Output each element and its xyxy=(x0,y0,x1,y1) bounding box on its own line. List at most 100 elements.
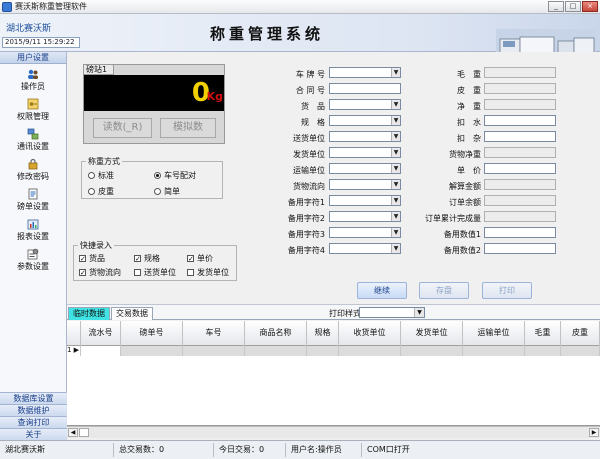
grid-col-header[interactable]: 收货单位 xyxy=(339,321,401,346)
quick-shipper-checkbox[interactable]: 发货单位 xyxy=(187,267,229,278)
contract-input[interactable] xyxy=(329,83,401,94)
table-cell[interactable] xyxy=(121,346,183,356)
table-cell[interactable] xyxy=(339,346,401,356)
spare-char-2-combo[interactable]: ▼ xyxy=(329,211,401,222)
sidebar-item-communication[interactable]: 通讯设置 xyxy=(0,128,66,154)
nav-database-settings[interactable]: 数据库设置 xyxy=(0,392,67,404)
quick-destination-checkbox[interactable]: ✓ 货物流向 xyxy=(79,267,121,278)
net-weight-field xyxy=(484,99,556,110)
quick-price-checkbox[interactable]: ✓ 单价 xyxy=(187,253,213,264)
print-style-label: 打印样式 xyxy=(329,309,361,318)
table-cell[interactable] xyxy=(307,346,339,356)
grid-col-header[interactable]: 商品名称 xyxy=(245,321,307,346)
print-style-combo[interactable]: ▼ xyxy=(359,307,425,318)
table-cell[interactable] xyxy=(245,346,307,356)
grid-col-header[interactable]: 流水号 xyxy=(81,321,121,346)
window-titlebar: 赛沃斯称重管理软件 _ □ × xyxy=(0,0,600,14)
scroll-right-button[interactable]: ▶ xyxy=(589,428,599,437)
sidebar-item-ticket-settings[interactable]: 磅单设置 xyxy=(0,188,66,214)
plate-combo[interactable]: ▼ xyxy=(329,67,401,78)
table-row[interactable]: 1 ▶ xyxy=(67,346,600,356)
tab-temporary-data[interactable]: 临时数据 xyxy=(68,307,110,320)
sidebar-item-label: 权限管理 xyxy=(17,112,49,121)
scroll-thumb[interactable] xyxy=(79,428,89,437)
table-cell[interactable] xyxy=(463,346,525,356)
sidebar: 用户设置 操作员 权限管理 通讯设置 修改密码 磅单设置 报表设置 参数设置 数… xyxy=(0,52,67,440)
print-button[interactable]: 打印 xyxy=(482,282,532,299)
grid-col-header[interactable]: 车号 xyxy=(183,321,245,346)
grid-col-header[interactable]: 规格 xyxy=(307,321,339,346)
field-label-carrier: 运输单位 xyxy=(293,166,325,175)
nav-data-maintenance[interactable]: 数据维护 xyxy=(0,404,67,416)
spare-num-2-input[interactable] xyxy=(484,243,556,254)
save-button[interactable]: 存盘 xyxy=(419,282,469,299)
status-company: 湖北赛沃斯 xyxy=(2,443,114,457)
goods-combo[interactable]: ▼ xyxy=(329,99,401,110)
weigh-mode-title: 称重方式 xyxy=(86,156,122,167)
shipper-combo[interactable]: ▼ xyxy=(329,147,401,158)
read-button[interactable]: 读数(_R) xyxy=(93,118,152,138)
simulate-button[interactable]: 模拟数 xyxy=(160,118,216,138)
sidebar-item-permissions[interactable]: 权限管理 xyxy=(0,98,66,124)
horizontal-scrollbar[interactable]: ◀ ▶ xyxy=(67,426,600,438)
spare-char-3-combo[interactable]: ▼ xyxy=(329,227,401,238)
grid-col-header[interactable]: 运输单位 xyxy=(463,321,525,346)
sidebar-item-report-settings[interactable]: 报表设置 xyxy=(0,218,66,244)
mode-standard-radio[interactable]: 标准 xyxy=(88,170,114,181)
close-button[interactable]: × xyxy=(582,1,598,12)
weight-display: 0 Kg xyxy=(84,75,224,111)
grid-col-header xyxy=(67,321,81,346)
report-icon xyxy=(27,219,39,230)
lock-icon xyxy=(28,158,38,170)
unit-price-input[interactable] xyxy=(484,163,556,174)
mode-simple-radio[interactable]: 简单 xyxy=(154,186,180,197)
mode-tare-radio[interactable]: 皮重 xyxy=(88,186,114,197)
sidebar-item-change-password[interactable]: 修改密码 xyxy=(0,158,66,184)
water-deduct-input[interactable] xyxy=(484,115,556,126)
table-cell[interactable] xyxy=(561,346,600,356)
spare-char-4-combo[interactable]: ▼ xyxy=(329,243,401,254)
field-label-spare-char-2: 备用字符2 xyxy=(287,214,325,223)
grid-col-header[interactable]: 皮重 xyxy=(561,321,600,346)
scale-station-tab[interactable]: 磅站1 xyxy=(84,65,114,75)
nav-query-print[interactable]: 查询打印 xyxy=(0,416,67,428)
field-label-amount: 解算金额 xyxy=(449,182,481,191)
impurity-deduct-input[interactable] xyxy=(484,131,556,142)
consignee-combo[interactable]: ▼ xyxy=(329,131,401,142)
maximize-button[interactable]: □ xyxy=(565,1,581,12)
sidebar-item-label: 磅单设置 xyxy=(17,202,49,211)
field-label-spare-char-3: 备用字符3 xyxy=(287,230,325,239)
spec-combo[interactable]: ▼ xyxy=(329,115,401,126)
data-tabs: 临时数据 交易数据 打印样式 ▼ xyxy=(67,304,600,320)
grid-col-header[interactable]: 毛重 xyxy=(525,321,561,346)
grid-col-header[interactable]: 发货单位 xyxy=(401,321,463,346)
spare-num-1-input[interactable] xyxy=(484,227,556,238)
grid-col-header[interactable]: 磅单号 xyxy=(121,321,183,346)
nav-about[interactable]: 关于 xyxy=(0,428,67,440)
tab-transaction-data[interactable]: 交易数据 xyxy=(111,307,153,320)
carrier-combo[interactable]: ▼ xyxy=(329,163,401,174)
sidebar-title[interactable]: 用户设置 xyxy=(0,52,66,64)
sidebar-item-label: 操作员 xyxy=(21,82,45,91)
mode-plate-pairing-radio[interactable]: 车号配对 xyxy=(154,170,196,181)
field-label-tare: 皮 重 xyxy=(457,86,481,95)
destination-combo[interactable]: ▼ xyxy=(329,179,401,190)
spare-char-1-combo[interactable]: ▼ xyxy=(329,195,401,206)
continue-button[interactable]: 继续 xyxy=(357,282,407,299)
minimize-button[interactable]: _ xyxy=(548,1,564,12)
table-cell[interactable] xyxy=(401,346,463,356)
sidebar-item-operator[interactable]: 操作员 xyxy=(0,68,66,94)
quick-spec-checkbox[interactable]: ✓ 规格 xyxy=(134,253,160,264)
gross-weight-field xyxy=(484,67,556,78)
window-title: 赛沃斯称重管理软件 xyxy=(15,2,87,11)
scroll-left-button[interactable]: ◀ xyxy=(68,428,78,437)
table-cell[interactable] xyxy=(81,346,121,356)
quick-goods-checkbox[interactable]: ✓ 货品 xyxy=(79,253,105,264)
app-title: 称重管理系统 xyxy=(210,25,325,43)
quick-consignee-checkbox[interactable]: 送货单位 xyxy=(134,267,176,278)
table-cell[interactable] xyxy=(525,346,561,356)
datetime-display: 2015/9/11 15:29:22 xyxy=(2,37,80,48)
sidebar-item-parameter-settings[interactable]: 参数设置 xyxy=(0,248,66,274)
sidebar-item-label: 修改密码 xyxy=(17,172,49,181)
table-cell[interactable] xyxy=(183,346,245,356)
